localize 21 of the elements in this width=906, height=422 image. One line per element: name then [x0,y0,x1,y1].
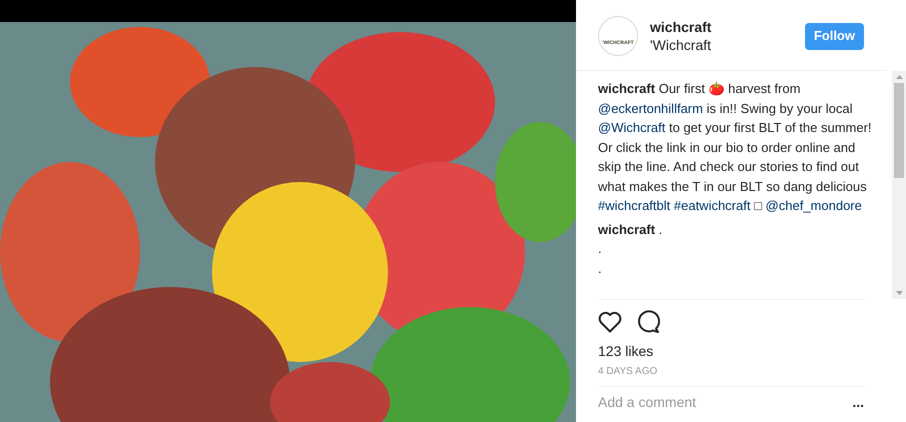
comment-field[interactable]: Add a comment [598,393,852,411]
comment-line: . [598,240,603,258]
caption-link[interactable]: #wichcraftblt [598,198,670,213]
caption-link[interactable]: @chef_mondore [766,198,862,213]
caption-link[interactable]: @eckertonhillfarm [598,100,703,116]
scroll-down-icon[interactable] [896,291,902,295]
location-text[interactable]: 'Wichcraft [650,36,793,54]
scroll-up-icon[interactable] [896,75,902,79]
comment-line: . [598,260,603,278]
caption-link[interactable]: #eatwichcraft [674,198,750,213]
comment-icon[interactable] [636,310,660,334]
scrollbar[interactable] [892,71,906,299]
caption-text: wichcraft Our first 🍅 harvest from @eckertonhillfarm is in!! Swing by your local @Wichcraft to get your first BLT of the summer! Or click the link in our bio to order online and skip the line. And check our stories to find out what makes the T in our BLT so dang delicious #wichcraftblt #eatwichcraft □ @chef_mondore [598,80,873,215]
username-link[interactable]: wichcraft [650,18,793,36]
post-time: 4 DAYS AGO [598,366,658,378]
heart-icon[interactable] [598,311,622,333]
caption-link[interactable]: @Wichcraft [598,120,666,135]
likes-count[interactable]: 123 likes [598,342,864,360]
comment-text: wichcraft . [598,220,664,238]
scrollbar-thumb[interactable] [894,83,904,178]
more-options-button[interactable]: ... [852,395,864,409]
